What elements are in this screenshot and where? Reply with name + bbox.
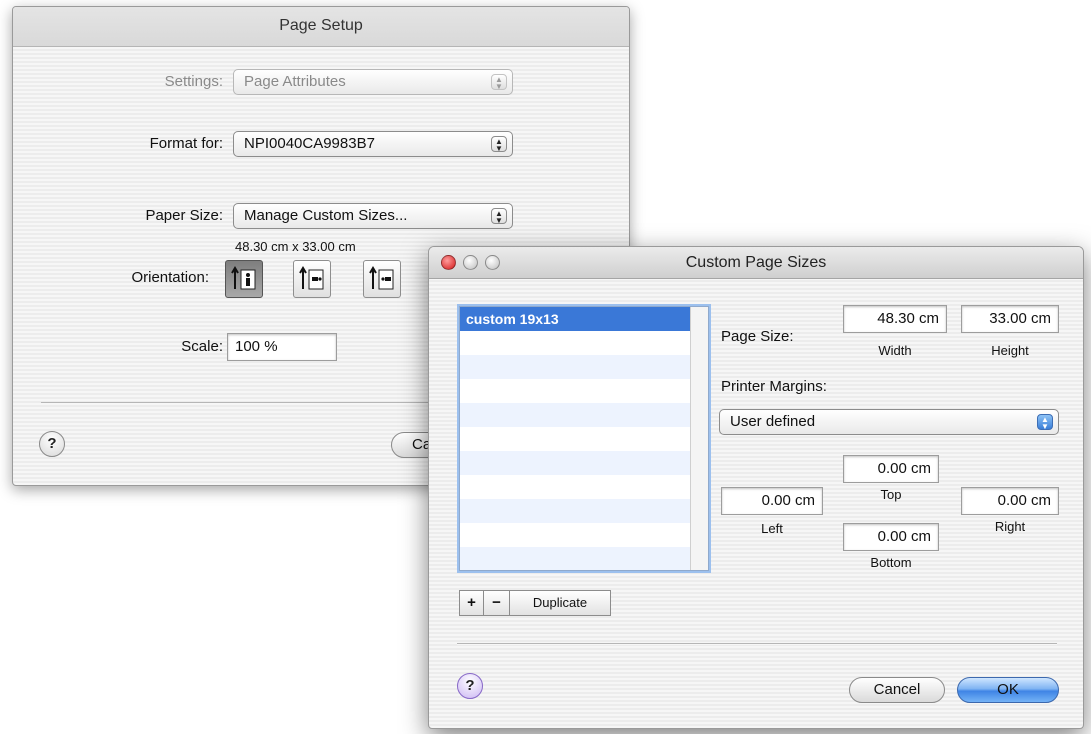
help-button[interactable]: ?: [39, 431, 65, 457]
empty-list-row: [460, 499, 708, 523]
list-scrollbar[interactable]: [690, 307, 708, 570]
empty-list-row: [460, 451, 708, 475]
scale-field[interactable]: 100 %: [227, 333, 337, 361]
popup-arrows-icon: ▲ ▼: [1037, 414, 1053, 431]
format-for-label: Format for:: [149, 135, 223, 152]
printer-margins-popup[interactable]: User defined ▲ ▼: [719, 409, 1059, 435]
margin-bottom-caption: Bottom: [870, 555, 912, 570]
empty-list-row: [460, 379, 708, 403]
empty-list-row: [460, 331, 708, 355]
margin-bottom-field[interactable]: 0.00 cm: [843, 523, 939, 551]
paper-size-popup[interactable]: Manage Custom Sizes... ▲ ▼: [233, 203, 513, 229]
empty-list-row: [460, 475, 708, 499]
popup-arrows-icon: ▲ ▼: [491, 136, 507, 153]
landscape-left-icon: [299, 266, 324, 290]
margin-right-field[interactable]: 0.00 cm: [961, 487, 1059, 515]
orientation-label: Orientation:: [131, 269, 209, 286]
format-for-value: NPI0040CA9983B7: [244, 135, 375, 152]
cancel-button[interactable]: Cancel: [849, 677, 945, 703]
orientation-portrait-button[interactable]: [225, 260, 263, 298]
settings-popup-value: Page Attributes: [244, 73, 346, 90]
empty-list-row: [460, 523, 708, 547]
custom-page-sizes-window: Custom Page Sizes custom 19x13 + − Dupli…: [428, 246, 1084, 729]
orientation-landscape-right-button[interactable]: [363, 260, 401, 298]
custom-sizes-separator: [457, 643, 1057, 645]
help-button[interactable]: ?: [457, 673, 483, 699]
orientation-landscape-left-button[interactable]: [293, 260, 331, 298]
ok-button[interactable]: OK: [957, 677, 1059, 703]
margin-top-caption: Top: [880, 487, 902, 502]
margin-right-caption: Right: [994, 519, 1026, 534]
landscape-right-icon: [369, 266, 394, 290]
margin-top-field[interactable]: 0.00 cm: [843, 455, 939, 483]
paper-size-value: Manage Custom Sizes...: [244, 207, 408, 224]
list-item[interactable]: custom 19x13: [460, 307, 708, 331]
settings-label: Settings:: [164, 73, 223, 90]
minimize-button[interactable]: [463, 255, 478, 270]
format-for-popup[interactable]: NPI0040CA9983B7 ▲ ▼: [233, 131, 513, 157]
empty-list-row: [460, 547, 708, 570]
custom-page-sizes-titlebar: Custom Page Sizes: [429, 247, 1083, 279]
popup-arrows-icon: ▲ ▼: [491, 74, 507, 91]
add-size-button[interactable]: +: [460, 591, 484, 615]
page-setup-title: Page Setup: [13, 7, 629, 47]
portrait-icon: [231, 266, 256, 290]
margin-left-caption: Left: [761, 521, 783, 536]
empty-list-row: [460, 355, 708, 379]
scale-label: Scale:: [181, 338, 223, 355]
paper-size-label: Paper Size:: [145, 207, 223, 224]
empty-list-row: [460, 427, 708, 451]
settings-popup: Page Attributes ▲ ▼: [233, 69, 513, 95]
width-field[interactable]: 48.30 cm: [843, 305, 947, 333]
height-caption: Height: [991, 343, 1029, 358]
margin-left-field[interactable]: 0.00 cm: [721, 487, 823, 515]
page-size-label: Page Size:: [721, 328, 794, 345]
remove-size-button[interactable]: −: [484, 591, 510, 615]
list-edit-buttons: + − Duplicate: [459, 590, 611, 616]
height-field[interactable]: 33.00 cm: [961, 305, 1059, 333]
width-caption: Width: [878, 343, 912, 358]
duplicate-button[interactable]: Duplicate: [510, 591, 610, 615]
empty-list-row: [460, 403, 708, 427]
custom-page-sizes-title: Custom Page Sizes: [685, 254, 827, 271]
popup-arrows-icon: ▲ ▼: [491, 208, 507, 225]
zoom-button[interactable]: [485, 255, 500, 270]
printer-margins-label: Printer Margins:: [721, 378, 827, 395]
close-button[interactable]: [441, 255, 456, 270]
paper-dimensions-text: 48.30 cm x 33.00 cm: [235, 239, 356, 254]
printer-margins-value: User defined: [730, 413, 816, 430]
custom-sizes-list[interactable]: custom 19x13: [459, 306, 709, 571]
